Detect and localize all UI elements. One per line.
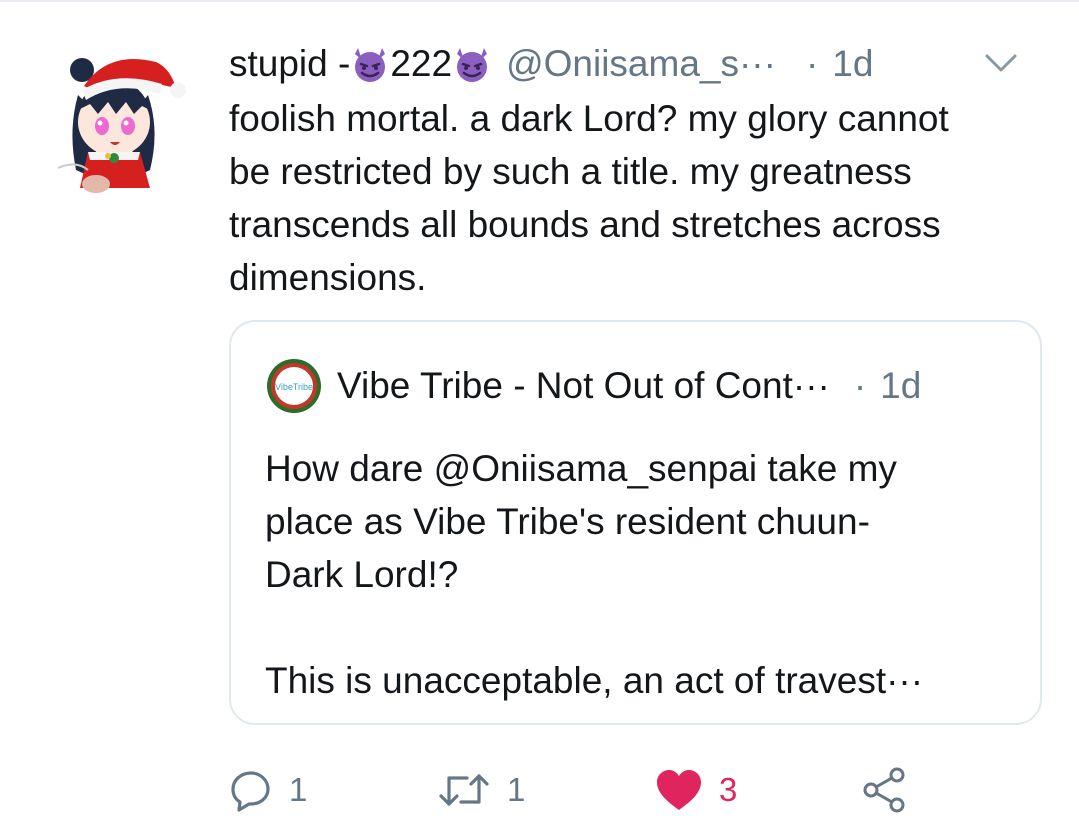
action-bar: 1 1 3 <box>229 762 1059 818</box>
retweet-count: 1 <box>507 771 526 808</box>
display-name-prefix: stupid - <box>229 43 351 84</box>
retweet-icon <box>439 774 489 806</box>
quote-avatar[interactable]: VibeTribe <box>265 357 323 415</box>
quote-display-name[interactable]: Vibe Tribe - Not Out of Cont··· <box>337 365 830 407</box>
reply-button[interactable]: 1 <box>229 762 307 818</box>
quote-timestamp: 1d <box>880 365 922 406</box>
quote-separator: · <box>853 365 867 406</box>
share-button[interactable] <box>861 762 909 818</box>
header-separator: · <box>805 43 819 84</box>
quote-avatar-text: VibeTribe <box>275 382 313 392</box>
tweet-timestamp[interactable]: 1d <box>832 43 873 85</box>
avatar[interactable] <box>38 40 188 200</box>
quote-text: How dare @Oniisama_senpai take my place … <box>265 448 924 701</box>
reply-count: 1 <box>289 771 308 808</box>
share-icon <box>863 767 905 813</box>
smiling-imp-emoji-icon <box>457 48 488 82</box>
reply-icon <box>231 771 270 812</box>
chevron-down-icon[interactable] <box>981 48 1021 78</box>
like-count: 3 <box>719 771 738 808</box>
anime-santa-avatar-icon <box>57 58 186 193</box>
tweet-text: foolish mortal. a dark Lord? my glory ca… <box>229 98 949 298</box>
quote-tweet-card[interactable]: VibeTribe Vibe Tribe - Not Out of Cont··… <box>229 320 1042 725</box>
top-divider <box>0 0 1079 2</box>
smiling-imp-emoji-icon <box>355 48 386 82</box>
display-name[interactable]: stupid - 222 <box>229 43 492 85</box>
like-button[interactable]: 3 <box>655 762 737 818</box>
heart-icon <box>657 770 701 810</box>
display-name-number: 222 <box>390 43 453 84</box>
user-handle[interactable]: @Oniisama_s··· <box>506 43 776 85</box>
tweet-header: stupid - 222 @Oniisama_s··· · 1d <box>229 38 1059 90</box>
retweet-button[interactable]: 1 <box>437 762 525 818</box>
quote-header: VibeTribe Vibe Tribe - Not Out of Cont··… <box>265 357 922 415</box>
